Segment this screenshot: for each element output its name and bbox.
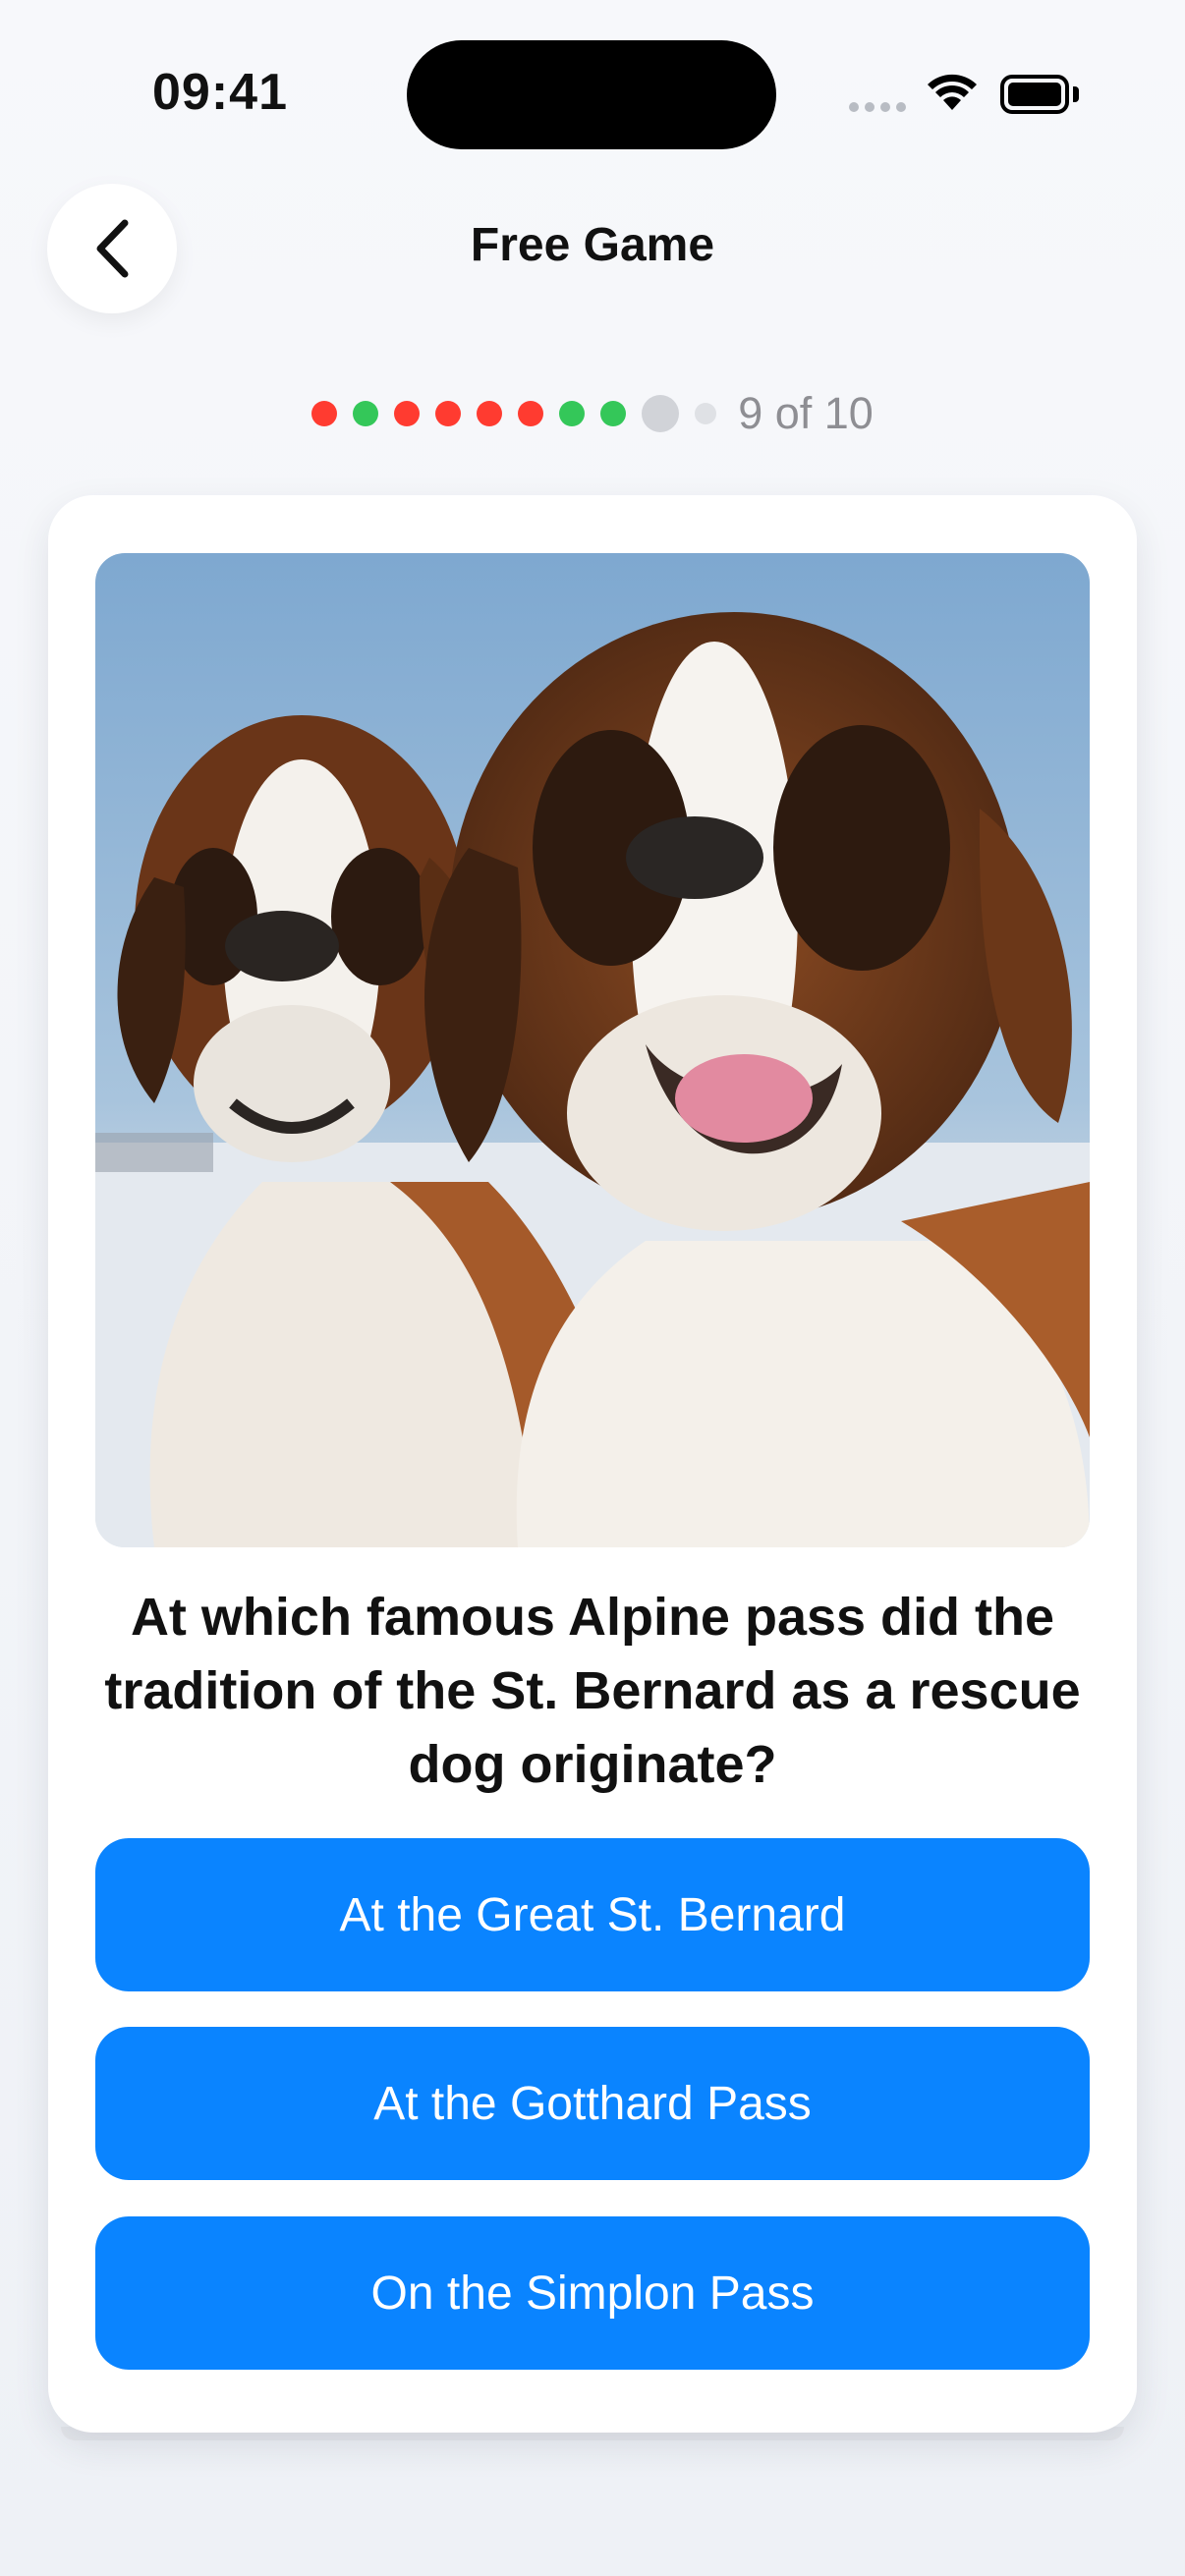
progress-dot-10-pending — [695, 403, 717, 424]
progress-dot-9-current — [642, 395, 680, 432]
progress-dot-2-correct — [353, 401, 379, 426]
wifi-icon — [928, 74, 977, 110]
progress-dots — [311, 395, 717, 432]
st-bernard-dogs-image — [95, 553, 1090, 1547]
question-card: At which famous Alpine pass did the trad… — [48, 495, 1137, 2433]
question-text: At which famous Alpine pass did the trad… — [104, 1588, 1081, 1794]
question-photo — [95, 553, 1090, 1547]
page-title: Free Game — [470, 219, 715, 271]
progress-dot-6-wrong — [518, 401, 544, 426]
dynamic-island — [407, 40, 776, 149]
battery-icon — [1000, 75, 1069, 114]
answer-button[interactable]: At the Gotthard Pass — [95, 2027, 1090, 2180]
answer-button[interactable]: On the Simplon Pass — [95, 2216, 1090, 2370]
progress-dot-1-wrong — [311, 401, 338, 426]
progress-dot-8-correct — [600, 401, 627, 426]
progress-label: 9 of 10 — [738, 388, 874, 438]
cellular-signal-icon — [849, 102, 906, 112]
progress-dot-4-wrong — [435, 401, 462, 426]
progress-dot-3-wrong — [394, 401, 421, 426]
answer-button[interactable]: At the Great St. Bernard — [95, 1838, 1090, 1991]
status-time: 09:41 — [152, 64, 288, 121]
progress-dot-7-correct — [559, 401, 586, 426]
battery-cap — [1073, 86, 1079, 102]
question-progress: 9 of 10 — [0, 388, 1185, 439]
progress-dot-5-wrong — [477, 401, 503, 426]
